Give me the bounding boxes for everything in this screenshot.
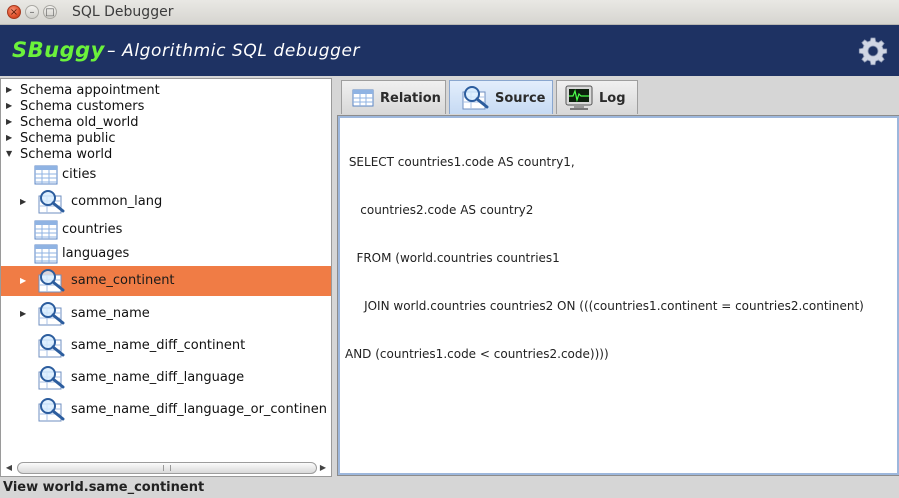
tree-schema-old-world[interactable]: ▶ Schema old_world: [1, 115, 331, 131]
tree-item-label: same_name_diff_language_or_continen: [71, 402, 327, 417]
source-view[interactable]: SELECT countries1.code AS country1, coun…: [337, 115, 899, 476]
window-title: SQL Debugger: [72, 4, 174, 20]
expand-arrow-icon[interactable]: ▶: [20, 309, 26, 318]
tree-item-label: same_name: [71, 306, 150, 321]
tree-item-label: same_name_diff_language: [71, 370, 245, 385]
sql-line: SELECT countries1.code AS country1,: [345, 155, 575, 169]
tree-item-common-lang[interactable]: ▶ common_lang: [1, 187, 331, 217]
table-icon: [352, 89, 374, 107]
tree-schema-label: Schema public: [20, 131, 116, 146]
magnifier-icon: [462, 86, 489, 110]
expand-arrow-icon[interactable]: ▶: [6, 117, 12, 126]
window-close-button[interactable]: ×: [7, 5, 21, 19]
grip-icon: [163, 465, 171, 471]
window-maximize-button[interactable]: □: [43, 5, 57, 19]
tree-schema-world[interactable]: ▼ Schema world: [1, 147, 331, 163]
view-magnifier-icon: [38, 190, 65, 214]
tree-schema-label: Schema world: [20, 147, 113, 162]
tree-item-same-name-diff-language[interactable]: same_name_diff_language: [1, 363, 331, 393]
tree-schema-appointment[interactable]: ▶ Schema appointment: [1, 83, 331, 99]
tab-label: Source: [495, 91, 546, 106]
expand-arrow-icon[interactable]: ▶: [6, 133, 12, 142]
window-titlebar: × – □ SQL Debugger: [0, 0, 899, 25]
app-brand: SBuggy: [12, 38, 105, 62]
table-icon: [34, 165, 58, 185]
sql-line: FROM (world.countries countries1: [345, 251, 560, 265]
tree-item-same-continent[interactable]: ▶ same_continent: [1, 266, 331, 296]
tree-item-same-name-diff-language-or-continent[interactable]: same_name_diff_language_or_continen: [1, 395, 331, 425]
expand-arrow-icon[interactable]: ▶: [6, 101, 12, 110]
schema-tree-panel: ▶ Schema appointment ▶ Schema customers …: [0, 78, 332, 477]
sql-line: countries2.code AS country2: [345, 203, 534, 217]
tree-schema-customers[interactable]: ▶ Schema customers: [1, 99, 331, 115]
tree-item-languages[interactable]: languages: [1, 243, 331, 265]
table-icon: [34, 220, 58, 240]
view-magnifier-icon: [38, 269, 65, 293]
tab-label: Relation: [380, 91, 441, 106]
tree-item-cities[interactable]: cities: [1, 164, 331, 186]
horizontal-scrollbar[interactable]: ◀ ▶: [3, 461, 329, 475]
app-header: SBuggy – Algorithmic SQL debugger: [0, 25, 899, 76]
tree-schema-public[interactable]: ▶ Schema public: [1, 131, 331, 147]
sql-line: AND (countries1.code < countries2.code))…: [345, 347, 609, 361]
tree-item-label: same_name_diff_continent: [71, 338, 246, 353]
sql-line: JOIN world.countries countries2 ON (((co…: [345, 299, 864, 313]
tree-schema-label: Schema appointment: [20, 83, 160, 98]
collapse-arrow-icon[interactable]: ▼: [6, 149, 12, 158]
tree-item-same-name-diff-continent[interactable]: same_name_diff_continent: [1, 331, 331, 361]
app-subtitle: – Algorithmic SQL debugger: [107, 41, 361, 61]
gear-icon[interactable]: [858, 36, 888, 66]
expand-arrow-icon[interactable]: ▶: [6, 85, 12, 94]
tree-item-label: languages: [62, 246, 130, 261]
tree-item-label: same_continent: [71, 273, 175, 288]
tree-item-label: cities: [62, 167, 97, 182]
tab-source[interactable]: Source: [449, 80, 553, 114]
tree-schema-label: Schema old_world: [20, 115, 139, 130]
scroll-left-arrow-icon[interactable]: ◀: [3, 461, 15, 475]
tree-item-same-name[interactable]: ▶ same_name: [1, 299, 331, 329]
status-bar: View world.same_continent: [0, 478, 899, 498]
detail-panel: Relation Source Log SELECT countries1.co…: [336, 78, 899, 477]
tab-relation[interactable]: Relation: [341, 80, 446, 114]
view-magnifier-icon: [38, 366, 65, 390]
tree-item-countries[interactable]: countries: [1, 219, 331, 241]
table-icon: [34, 244, 58, 264]
schema-tree: ▶ Schema appointment ▶ Schema customers …: [1, 79, 331, 459]
tree-schema-label: Schema customers: [20, 99, 145, 114]
tree-item-label: countries: [62, 222, 123, 237]
window-minimize-button[interactable]: –: [25, 5, 39, 19]
scroll-right-arrow-icon[interactable]: ▶: [317, 461, 329, 475]
expand-arrow-icon[interactable]: ▶: [20, 197, 26, 206]
tab-log[interactable]: Log: [556, 80, 638, 114]
tab-label: Log: [599, 91, 626, 106]
sql-source-text: SELECT countries1.code AS country1, coun…: [345, 122, 864, 394]
expand-arrow-icon[interactable]: ▶: [20, 276, 26, 285]
view-magnifier-icon: [38, 302, 65, 326]
view-magnifier-icon: [38, 334, 65, 358]
view-magnifier-icon: [38, 398, 65, 422]
tree-item-label: common_lang: [71, 194, 163, 209]
scrollbar-thumb[interactable]: [17, 462, 317, 474]
monitor-icon: [565, 85, 593, 110]
status-text: View world.same_continent: [3, 480, 205, 495]
